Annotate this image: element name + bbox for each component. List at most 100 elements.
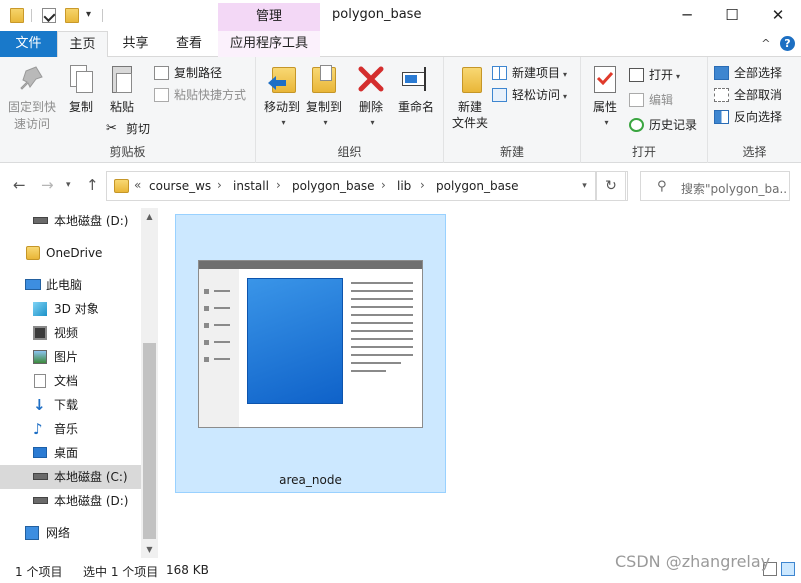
- forward-arrow-icon[interactable]: →: [41, 176, 54, 194]
- edit-icon: [629, 93, 644, 107]
- select-all-button[interactable]: 全部选择: [714, 63, 782, 83]
- selection-size: 168 KB: [166, 563, 209, 577]
- cut-button[interactable]: ✂ 剪切: [106, 119, 150, 139]
- breadcrumb-install[interactable]: install: [233, 179, 269, 193]
- drive-c-icon: [33, 473, 48, 480]
- folder-icon: [10, 8, 24, 23]
- paste-shortcut-label: 粘贴快捷方式: [174, 88, 247, 102]
- recent-locations-icon[interactable]: ▾: [66, 180, 71, 190]
- copy-to-icon: [308, 63, 340, 95]
- nav-item-videos[interactable]: 视频: [0, 321, 141, 345]
- new-folder-button[interactable]: 新建 文件夹: [448, 63, 492, 131]
- nav-scrollbar-thumb[interactable]: [143, 343, 156, 539]
- cut-label: 剪切: [126, 122, 151, 136]
- nav-item-music[interactable]: ♪ 音乐: [0, 417, 141, 441]
- file-item[interactable]: area_node: [175, 214, 446, 493]
- nav-item-pictures[interactable]: 图片: [0, 345, 141, 369]
- copy-label: 复制: [68, 100, 93, 114]
- pin-quick-access-label: 固定到快 速访问: [7, 100, 56, 131]
- nav-item-drive-d-top[interactable]: 本地磁盘 (D:): [0, 209, 141, 233]
- breadcrumb-overflow[interactable]: «: [134, 178, 141, 192]
- tab-file[interactable]: 文件: [0, 31, 57, 57]
- properties-button[interactable]: 属性 ▾: [587, 63, 623, 131]
- copy-path-button[interactable]: 复制路径: [154, 63, 222, 83]
- nav-item-label: 桌面: [54, 446, 79, 460]
- edit-button[interactable]: 编辑: [629, 90, 673, 110]
- new-item-dropdown-icon: ▾: [563, 70, 568, 79]
- properties-dropdown-icon: ▾: [604, 118, 609, 127]
- history-button[interactable]: 历史记录: [629, 115, 697, 135]
- nav-scrollbar[interactable]: ▲ ▼: [141, 208, 158, 558]
- quick-access-dropdown-icon[interactable]: ▾: [86, 9, 91, 20]
- collapse-ribbon-icon[interactable]: ^: [761, 37, 770, 50]
- nav-item-downloads[interactable]: ↓ 下载: [0, 393, 141, 417]
- ribbon-controls: ^ ?: [761, 36, 795, 51]
- select-all-icon: [714, 66, 729, 80]
- search-input[interactable]: ⚲ 搜索"polygon_ba...: [640, 171, 790, 201]
- invert-selection-button[interactable]: 反向选择: [714, 107, 782, 127]
- scroll-down-arrow-icon[interactable]: ▼: [141, 541, 158, 558]
- nav-item-desktop[interactable]: 桌面: [0, 441, 141, 465]
- history-icon: [629, 118, 644, 132]
- select-none-button[interactable]: 全部取消: [714, 85, 782, 105]
- breadcrumb-polygon-base-current[interactable]: polygon_base: [436, 179, 519, 193]
- minimize-button[interactable]: ─: [664, 0, 710, 31]
- breadcrumb-course-ws[interactable]: course_ws: [149, 179, 211, 193]
- properties-icon: [589, 63, 621, 95]
- watermark: CSDN @zhangrelay: [615, 552, 771, 571]
- rename-label: 重命名: [397, 100, 434, 114]
- help-icon[interactable]: ?: [780, 36, 795, 51]
- new-group-label: 新建: [499, 145, 524, 159]
- nav-item-label: 本地磁盘 (D:): [54, 214, 129, 228]
- pin-quick-access-button[interactable]: 固定到快 速访问: [6, 63, 58, 133]
- tab-home[interactable]: 主页: [57, 31, 108, 58]
- manage-tab[interactable]: 管理: [218, 3, 320, 31]
- up-arrow-icon[interactable]: ↑: [86, 176, 99, 194]
- scroll-up-arrow-icon[interactable]: ▲: [141, 208, 158, 225]
- delete-label: 删除: [358, 100, 383, 114]
- new-item-button[interactable]: 新建项目 ▾: [492, 63, 567, 83]
- rename-button[interactable]: 重命名: [394, 63, 438, 115]
- edit-label: 编辑: [649, 93, 674, 107]
- delete-button[interactable]: 删除 ▾: [354, 63, 388, 131]
- close-button[interactable]: ✕: [755, 0, 801, 31]
- maximize-button[interactable]: ☐: [709, 0, 755, 31]
- nav-item-network[interactable]: 网络: [0, 521, 141, 545]
- address-dropdown-icon[interactable]: ▾: [574, 171, 596, 201]
- tab-share[interactable]: 共享: [108, 31, 163, 57]
- refresh-icon[interactable]: ↻: [596, 171, 626, 201]
- open-button[interactable]: 打开 ▾: [629, 65, 680, 85]
- back-arrow-icon[interactable]: ←: [13, 176, 26, 194]
- copy-button[interactable]: 复制: [64, 63, 98, 115]
- nav-item-label: 下载: [54, 398, 79, 412]
- nav-item-3d-objects[interactable]: 3D 对象: [0, 297, 141, 321]
- paste-button[interactable]: 粘贴: [104, 63, 140, 115]
- large-icons-view-icon[interactable]: [781, 562, 795, 576]
- select-group-label: 选择: [742, 145, 767, 159]
- open-label: 打开: [649, 68, 674, 82]
- nav-item-onedrive[interactable]: OneDrive: [0, 241, 141, 265]
- nav-item-label: OneDrive: [46, 246, 103, 260]
- open-dropdown-icon: ▾: [676, 72, 681, 81]
- move-to-icon: [266, 63, 298, 95]
- nav-item-drive-d[interactable]: 本地磁盘 (D:): [0, 489, 141, 513]
- tab-view[interactable]: 查看: [163, 31, 215, 57]
- nav-item-documents[interactable]: 文档: [0, 369, 141, 393]
- easy-access-button[interactable]: 轻松访问 ▾: [492, 85, 567, 105]
- invert-selection-label: 反向选择: [734, 110, 783, 124]
- quick-access-separator: [102, 9, 103, 22]
- properties-check-icon[interactable]: [42, 8, 56, 23]
- pin-icon: [16, 63, 48, 95]
- nav-item-this-pc[interactable]: 此电脑: [0, 273, 141, 297]
- copy-to-button[interactable]: 复制到 ▾: [304, 63, 344, 131]
- new-folder-icon[interactable]: [65, 8, 79, 23]
- breadcrumb-polygon-base[interactable]: polygon_base: [292, 179, 375, 193]
- clipboard-group-label: 剪贴板: [109, 145, 146, 159]
- paste-shortcut-button[interactable]: 粘贴快捷方式: [154, 85, 246, 105]
- move-to-button[interactable]: 移动到 ▾: [262, 63, 302, 131]
- item-count: 1 个项目: [15, 565, 63, 579]
- address-bar[interactable]: « course_ws › install › polygon_base › l…: [106, 171, 628, 201]
- tab-app-tools[interactable]: 应用程序工具: [218, 31, 320, 57]
- breadcrumb-lib[interactable]: lib: [397, 179, 411, 193]
- nav-item-drive-c[interactable]: 本地磁盘 (C:): [0, 465, 141, 489]
